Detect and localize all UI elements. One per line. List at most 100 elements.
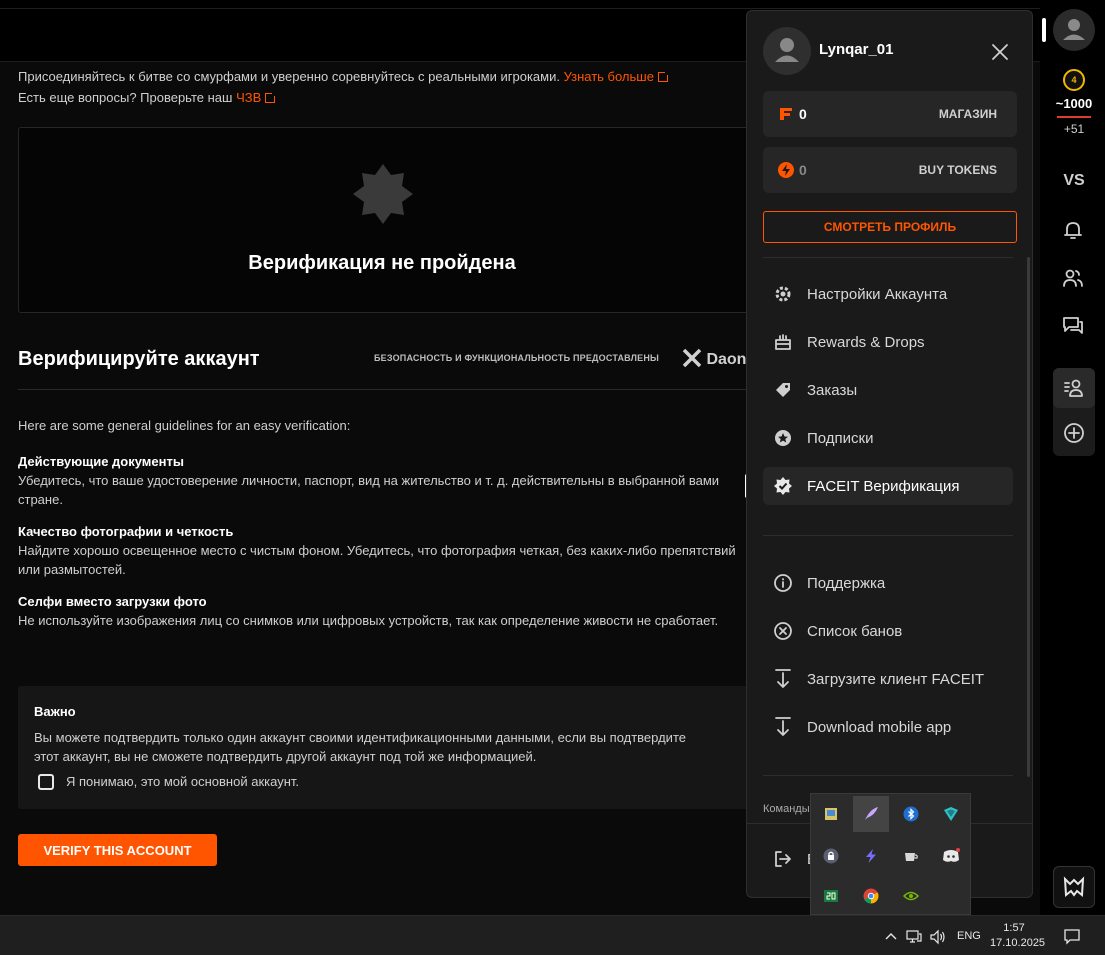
menu-item-download-client[interactable]: Загрузите клиент FACEIT xyxy=(763,660,1013,698)
guidelines: Here are some general guidelines for an … xyxy=(18,416,738,643)
tray-discord[interactable] xyxy=(933,838,969,874)
system-tray-overflow xyxy=(810,793,971,915)
vs-button[interactable]: VS xyxy=(1040,172,1105,190)
points-value: 0 xyxy=(799,106,807,122)
menu-item-download-mobile[interactable]: Download mobile app xyxy=(763,708,1013,746)
feather-icon xyxy=(865,807,878,820)
unverified-badge-icon xyxy=(353,164,413,224)
volume-icon[interactable] xyxy=(929,928,947,946)
tray-app-icon[interactable] xyxy=(813,878,849,914)
tray-app-icon[interactable] xyxy=(813,796,849,832)
intro-text: Присоединяйтесь к битве со смурфами и ув… xyxy=(18,66,670,108)
intro-line-2: Есть еще вопросы? Проверьте наш xyxy=(18,90,233,105)
discord-icon xyxy=(943,848,960,862)
guideline-text: Не используйте изображения лиц со снимко… xyxy=(18,613,719,628)
faceit-points-icon xyxy=(780,108,792,120)
gift-icon xyxy=(775,334,791,350)
info-icon xyxy=(774,574,792,592)
view-profile-button[interactable]: СМОТРЕТЬ ПРОФИЛЬ xyxy=(763,211,1017,243)
image-viewer-icon xyxy=(825,808,837,820)
right-icon-rail: 4 ~1000 +51 VS xyxy=(1040,0,1105,915)
tray-chrome[interactable] xyxy=(853,878,889,914)
menu-item-orders[interactable]: Заказы xyxy=(763,371,1013,409)
nvidia-icon xyxy=(903,891,919,901)
download-icon xyxy=(775,717,791,736)
menu-item-account-settings[interactable]: Настройки Аккаунта xyxy=(763,275,1013,313)
club-icon xyxy=(1064,379,1083,397)
menu-item-faceit-verification[interactable]: FACEIT Верификация xyxy=(763,467,1013,505)
tray-app-icon[interactable] xyxy=(813,838,849,874)
user-icon xyxy=(775,38,799,62)
star-badge-icon xyxy=(775,430,791,446)
tokens-value: 0 xyxy=(799,162,807,178)
logout-icon xyxy=(775,851,791,867)
tray-app-icon[interactable] xyxy=(893,838,929,874)
close-button[interactable] xyxy=(987,39,1013,65)
faceit-app: Присоединяйтесь к битве со смурфами и ув… xyxy=(0,0,1105,915)
user-icon xyxy=(1063,19,1085,40)
skill-level-badge[interactable]: 4 xyxy=(1063,69,1085,91)
tray-app-icon[interactable] xyxy=(853,838,889,874)
guideline-text: Найдите хорошо освещенное место с чистым… xyxy=(18,543,736,577)
verification-status-title: Верификация не пройдена xyxy=(248,252,516,274)
lightning-icon xyxy=(866,849,876,863)
tag-icon xyxy=(776,383,790,397)
menu-item-rewards[interactable]: Rewards & Drops xyxy=(763,323,1013,361)
tray-app-icon[interactable] xyxy=(853,796,889,832)
verify-section-header: Верифицируйте аккаунт БЕЗОПАСНОСТЬ И ФУН… xyxy=(18,348,760,390)
bell-icon[interactable] xyxy=(1060,217,1086,243)
verify-account-button[interactable]: VERIFY THIS ACCOUNT xyxy=(18,834,217,866)
chat-icon[interactable] xyxy=(1060,313,1086,339)
club-group xyxy=(1053,368,1095,456)
points-row[interactable]: 0 МАГАЗИН xyxy=(763,91,1017,137)
panel-avatar[interactable] xyxy=(763,27,811,75)
tray-bluetooth[interactable] xyxy=(893,796,929,832)
important-text: Вы можете подтвердить только один аккаун… xyxy=(34,730,686,764)
clock-time: 1:57 xyxy=(1003,922,1025,934)
guideline-title: Качество фотографии и четкость xyxy=(18,524,234,539)
guideline-title: Селфи вместо загрузки фото xyxy=(18,594,207,609)
buy-tokens-link[interactable]: BUY TOKENS xyxy=(919,163,997,177)
add-circle-icon[interactable] xyxy=(1061,420,1087,446)
chrome-icon xyxy=(863,888,879,904)
menu-item-support[interactable]: Поддержка xyxy=(763,564,1013,602)
important-notice: Важно Вы можете подтвердить только один … xyxy=(18,686,760,809)
friends-icon[interactable] xyxy=(1060,265,1086,291)
user-avatar[interactable] xyxy=(1053,9,1095,51)
close-icon xyxy=(992,44,1008,60)
guideline-item: Действующие документы Убедитесь, что ваш… xyxy=(18,452,738,509)
notification-center-icon[interactable] xyxy=(1062,926,1082,946)
powered-by-label: БЕЗОПАСНОСТЬ И ФУНКЦИОНАЛЬНОСТЬ ПРЕДОСТА… xyxy=(374,353,660,363)
guideline-item: Селфи вместо загрузки фото Не используйт… xyxy=(18,592,738,630)
network-icon[interactable] xyxy=(905,928,923,946)
guideline-title: Действующие документы xyxy=(18,454,184,469)
language-indicator[interactable]: ENG xyxy=(957,930,981,942)
tokens-row[interactable]: 0 BUY TOKENS xyxy=(763,147,1017,193)
menu-item-ban-list[interactable]: Список банов xyxy=(763,612,1013,650)
club-selected[interactable] xyxy=(1053,368,1095,408)
intro-line-1: Присоединяйтесь к битве со смурфами и ув… xyxy=(18,69,560,84)
shop-link[interactable]: МАГАЗИН xyxy=(939,107,997,121)
cup-icon xyxy=(905,853,918,861)
main-account-checkbox[interactable] xyxy=(38,774,54,790)
rail-active-marker xyxy=(1042,18,1046,42)
guideline-text: Убедитесь, что ваше удостоверение личнос… xyxy=(18,473,720,507)
windows-taskbar: ENG 1:57 17.10.2025 xyxy=(0,915,1105,955)
main-account-checkbox-label[interactable]: Я понимаю, это мой основной аккаунт. xyxy=(66,774,299,789)
panel-scrollbar[interactable] xyxy=(1027,257,1030,777)
elo-value: ~1000 xyxy=(1055,96,1093,111)
provider-logo: Daon xyxy=(682,348,746,369)
gear-icon xyxy=(775,286,791,302)
faq-link[interactable]: ЧЗВ xyxy=(236,90,261,105)
clock[interactable]: 1:57 17.10.2025 xyxy=(990,921,1046,951)
tray-nvidia[interactable] xyxy=(893,878,929,914)
clock-date: 17.10.2025 xyxy=(990,937,1046,949)
verified-badge-icon xyxy=(774,477,792,495)
chevron-up-icon[interactable] xyxy=(882,928,900,946)
elo-delta: +51 xyxy=(1063,122,1085,136)
tray-vpn[interactable] xyxy=(933,796,969,832)
learn-more-link[interactable]: Узнать больше xyxy=(564,69,654,84)
faceit-logo[interactable] xyxy=(1053,866,1095,908)
menu-item-subscriptions[interactable]: Подписки xyxy=(763,419,1013,457)
username[interactable]: Lynqar_01 xyxy=(819,41,893,58)
